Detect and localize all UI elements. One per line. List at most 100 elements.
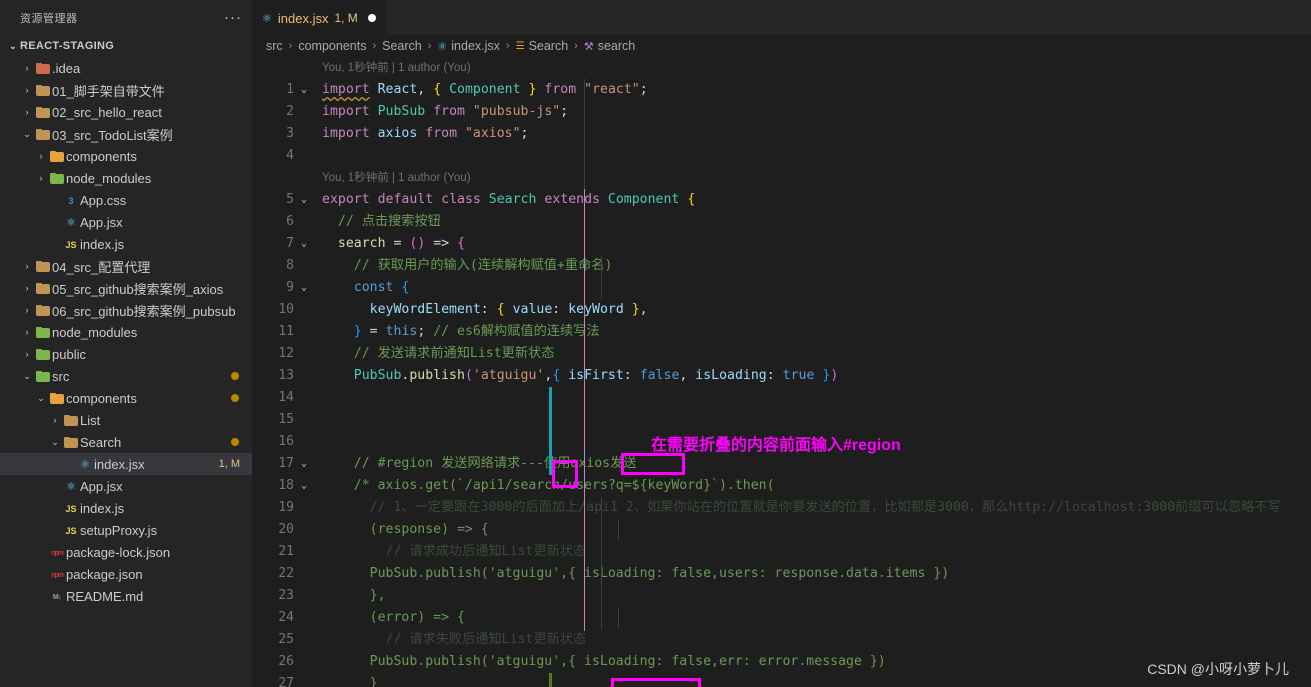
tree-item-README.md[interactable]: ›M↓README.md [0,585,252,607]
tree-item-setupProxy.js[interactable]: ›JSsetupProxy.js [0,519,252,541]
chevron-right-icon[interactable]: › [48,409,62,431]
tree-item-node_modules[interactable]: › node_modules [0,321,252,343]
tree-item-src[interactable]: ⌄ src [0,365,252,387]
fold-chevron-icon[interactable]: ⌄ [297,189,311,211]
code-line[interactable]: 2 import PubSub from "pubsub-js"; [252,101,1311,123]
breadcrumb-item[interactable]: Search [529,39,569,53]
tree-item-package-lock.json[interactable]: ›npmpackage-lock.json [0,541,252,563]
code-line[interactable]: 12 // 发送请求前通知List更新状态 [252,343,1311,365]
chevron-right-icon[interactable]: › [20,255,34,277]
tree-item-App.jsx[interactable]: ›⚛App.jsx [0,211,252,233]
breadcrumb-item[interactable]: search [598,39,636,53]
line-number: 18 [278,478,294,493]
code-line[interactable]: 23 }, [252,585,1311,607]
chevron-right-icon[interactable]: › [20,101,34,123]
line-number: 7 [286,236,294,251]
tab-index-jsx[interactable]: ⚛ index.jsx 1, M [252,0,386,35]
code-line[interactable]: 18 ⌄ /* axios.get(`/api1/search/users?q=$… [252,475,1311,497]
tree-item-label: Search [80,434,122,450]
code-line[interactable]: 24 (error) => { [252,607,1311,629]
code-line[interactable]: 25 // 请求失败后通知List更新状态 [252,629,1311,651]
breadcrumb-item[interactable]: Search [382,39,422,53]
tree-item-Search[interactable]: ⌄ Search [0,431,252,453]
tree-item-01_[interactable]: › 01_脚手架自带文件 [0,79,252,101]
chevron-right-icon[interactable]: › [20,277,34,299]
chevron-right-icon[interactable]: › [20,57,34,79]
code-editor[interactable]: You, 1秒钟前 | 1 author (You) 1 ⌄ import React… [252,57,1311,687]
tree-item-App.css[interactable]: ›3App.css [0,189,252,211]
tree-item-List[interactable]: › List [0,409,252,431]
tree-item-components[interactable]: › components [0,145,252,167]
code-line[interactable]: 4 [252,145,1311,167]
chevron-right-icon[interactable]: › [34,167,48,189]
chevron-right-icon[interactable]: › [20,343,34,365]
folder-icon [50,151,64,163]
tree-item-components[interactable]: ⌄ components [0,387,252,409]
more-actions-icon[interactable]: ··· [224,10,242,25]
code-line[interactable]: 5 ⌄ export default class Search extends Co… [252,189,1311,211]
code-line[interactable]: 21 // 请求成功后通知List更新状态 [252,541,1311,563]
line-number: 10 [278,302,294,317]
code-line[interactable]: 17 ⌄ // #region 发送网络请求---使用axios发送 [252,453,1311,475]
tree-item-App.jsx[interactable]: ›⚛App.jsx [0,475,252,497]
tree-item-06_src_github_pubsub[interactable]: › 06_src_github搜索案例_pubsub [0,299,252,321]
react-file-icon: ⚛ [66,480,76,493]
tree-item-index.js[interactable]: ›JSindex.js [0,233,252,255]
breadcrumb-item[interactable]: index.jsx [451,39,500,53]
chevron-right-icon[interactable]: › [20,299,34,321]
chevron-down-icon[interactable]: ⌄ [6,35,20,57]
code-line[interactable]: 9 ⌄ const { [252,277,1311,299]
code-line[interactable]: 1 ⌄ import React, { Component } from "reac… [252,79,1311,101]
tree-item-label: index.jsx [94,456,145,472]
tree-item-03_src_TodoList[interactable]: ⌄ 03_src_TodoList案例 [0,123,252,145]
tree-item-public[interactable]: › public [0,343,252,365]
indent-guide-1 [584,79,585,189]
code-line[interactable]: 6 // 点击搜索按钮 [252,211,1311,233]
code-line[interactable]: 11 } = this; // es6解构赋值的连续写法 [252,321,1311,343]
chevron-down-icon[interactable]: ⌄ [34,387,48,409]
fold-chevron-icon[interactable]: ⌄ [297,277,311,299]
line-number: 24 [278,610,294,625]
tree-item-label: components [66,148,137,164]
tree-item-.idea[interactable]: › .idea [0,57,252,79]
code-line[interactable]: 13 PubSub.publish('atguigu',{ isFirst: f… [252,365,1311,387]
chevron-right-icon[interactable]: › [20,321,34,343]
fold-chevron-icon[interactable]: ⌄ [297,79,311,101]
code-line[interactable]: 19 // 1、一定要跟在3000的后面加上/api1 2、如果你站在的位置就是… [252,497,1311,519]
fold-chevron-icon[interactable]: ⌄ [297,453,311,475]
line-number: 20 [278,522,294,537]
tree-item-index.js[interactable]: ›JSindex.js [0,497,252,519]
tab-badge: 1, M [334,11,358,25]
code-line[interactable]: 20 (response) => { [252,519,1311,541]
code-text: } = this; // es6解构赋值的连续写法 [353,324,600,339]
tree-item-05_src_github_axios[interactable]: › 05_src_github搜索案例_axios [0,277,252,299]
method-symbol-icon: ⚒ [583,40,594,53]
code-line[interactable]: 14 [252,387,1311,409]
tree-item-02_src_hello_react[interactable]: › 02_src_hello_react [0,101,252,123]
fold-chevron-icon[interactable]: ⌄ [297,233,311,255]
code-line[interactable]: 15 [252,409,1311,431]
code-line[interactable]: 22 PubSub.publish('atguigu',{ isLoading:… [252,563,1311,585]
tree-item-label: 02_src_hello_react [52,104,162,120]
breadcrumb-item[interactable]: components [298,39,366,53]
chevron-down-icon[interactable]: ⌄ [48,431,62,453]
breadcrumb-item[interactable]: src [266,39,283,53]
line-number: 21 [278,544,294,559]
breadcrumb-separator: › [574,40,578,52]
chevron-down-icon[interactable]: ⌄ [20,365,34,387]
tree-item-package.json[interactable]: ›npmpackage.json [0,563,252,585]
tree-item-node_modules[interactable]: › node_modules [0,167,252,189]
tree-item-index.jsx[interactable]: ›⚛index.jsx1, M [0,453,252,475]
unsaved-dot-icon [367,14,376,22]
chevron-down-icon[interactable]: ⌄ [20,123,34,145]
code-line[interactable]: 10 keyWordElement: { value: keyWord }, [252,299,1311,321]
tree-root-react-staging[interactable]: ⌄ REACT-STAGING [0,35,252,57]
code-line[interactable]: 7 ⌄ search = () => { [252,233,1311,255]
chevron-right-icon[interactable]: › [34,145,48,167]
chevron-right-icon[interactable]: › [20,79,34,101]
tree-item-04_src_[interactable]: › 04_src_配置代理 [0,255,252,277]
indent-guide-4 [618,519,619,541]
code-line[interactable]: 8 // 获取用户的输入(连续解构赋值+重命名) [252,255,1311,277]
fold-chevron-icon[interactable]: ⌄ [297,475,311,497]
code-line[interactable]: 3 import axios from "axios"; [252,123,1311,145]
